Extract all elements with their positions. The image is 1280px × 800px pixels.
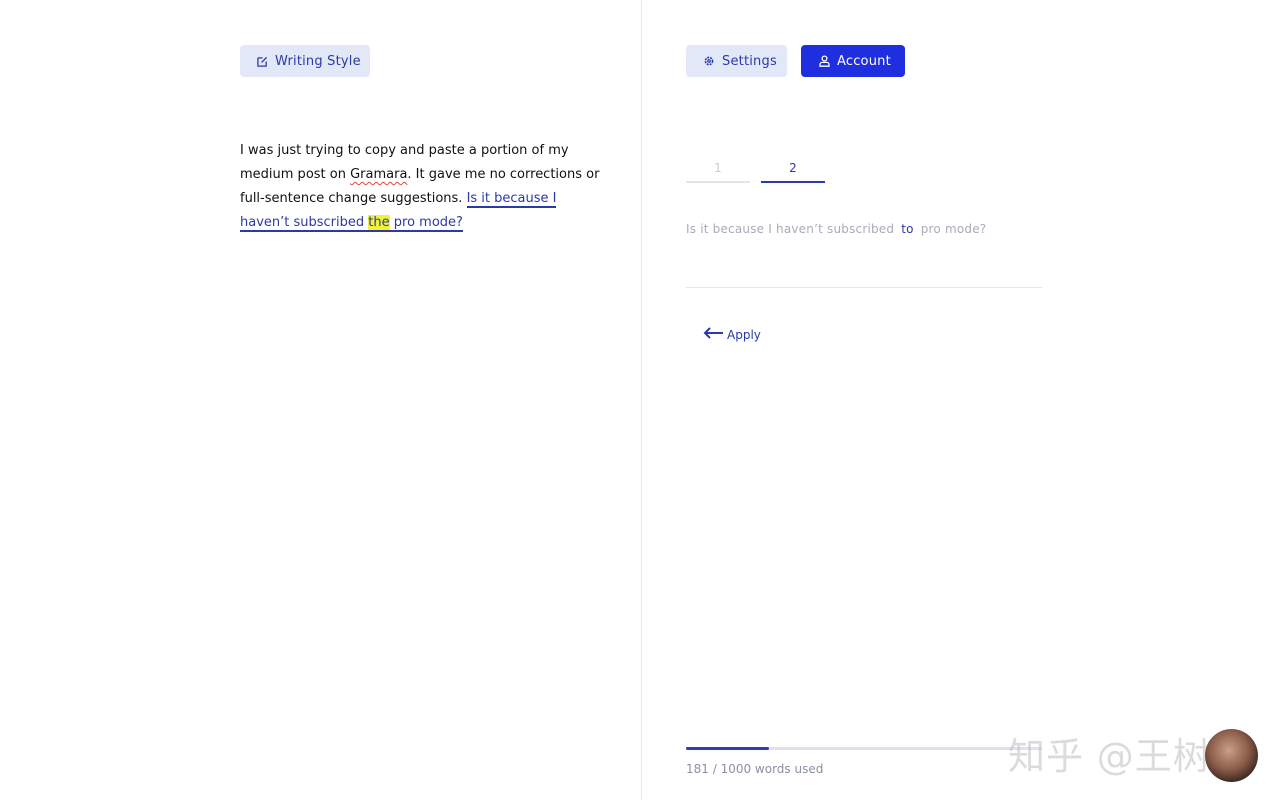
tab-suggestion-1[interactable]: 1: [686, 158, 750, 183]
misspelled-word[interactable]: Gramara: [350, 167, 407, 182]
edit-icon: [256, 55, 268, 67]
suggestion-text-before: Is it because I haven’t subscribed: [686, 222, 895, 236]
settings-button[interactable]: Settings: [686, 45, 787, 77]
inserted-word: to: [901, 222, 914, 236]
suggestion-divider: [686, 287, 1042, 288]
writing-style-button[interactable]: Writing Style: [240, 45, 370, 77]
suggested-sentence-end: pro mode?: [389, 215, 463, 230]
highlighted-word: the: [368, 215, 390, 230]
account-label: Account: [837, 53, 891, 69]
apply-label: Apply: [727, 327, 761, 342]
account-button[interactable]: Account: [801, 45, 905, 77]
suggestion-text: Is it because I haven’t subscribed to pr…: [686, 222, 986, 236]
editor-text[interactable]: I was just trying to copy and paste a po…: [240, 139, 600, 235]
arrow-left-icon: [703, 327, 727, 342]
usage-progress-bar: [686, 747, 1042, 750]
panel-divider: [641, 0, 642, 800]
apply-button[interactable]: Apply: [703, 327, 761, 342]
gear-icon: [703, 55, 715, 67]
writing-style-label: Writing Style: [275, 53, 361, 69]
tab-suggestion-2[interactable]: 2: [761, 158, 825, 183]
usage-progress-fill: [686, 747, 770, 750]
usage-text: 181 / 1000 words used: [686, 762, 824, 776]
suggestion-tabs: 1 2: [686, 158, 825, 183]
settings-label: Settings: [722, 53, 777, 69]
suggestion-text-after: pro mode?: [920, 222, 987, 236]
user-icon: [818, 55, 830, 67]
avatar: [1205, 729, 1258, 782]
